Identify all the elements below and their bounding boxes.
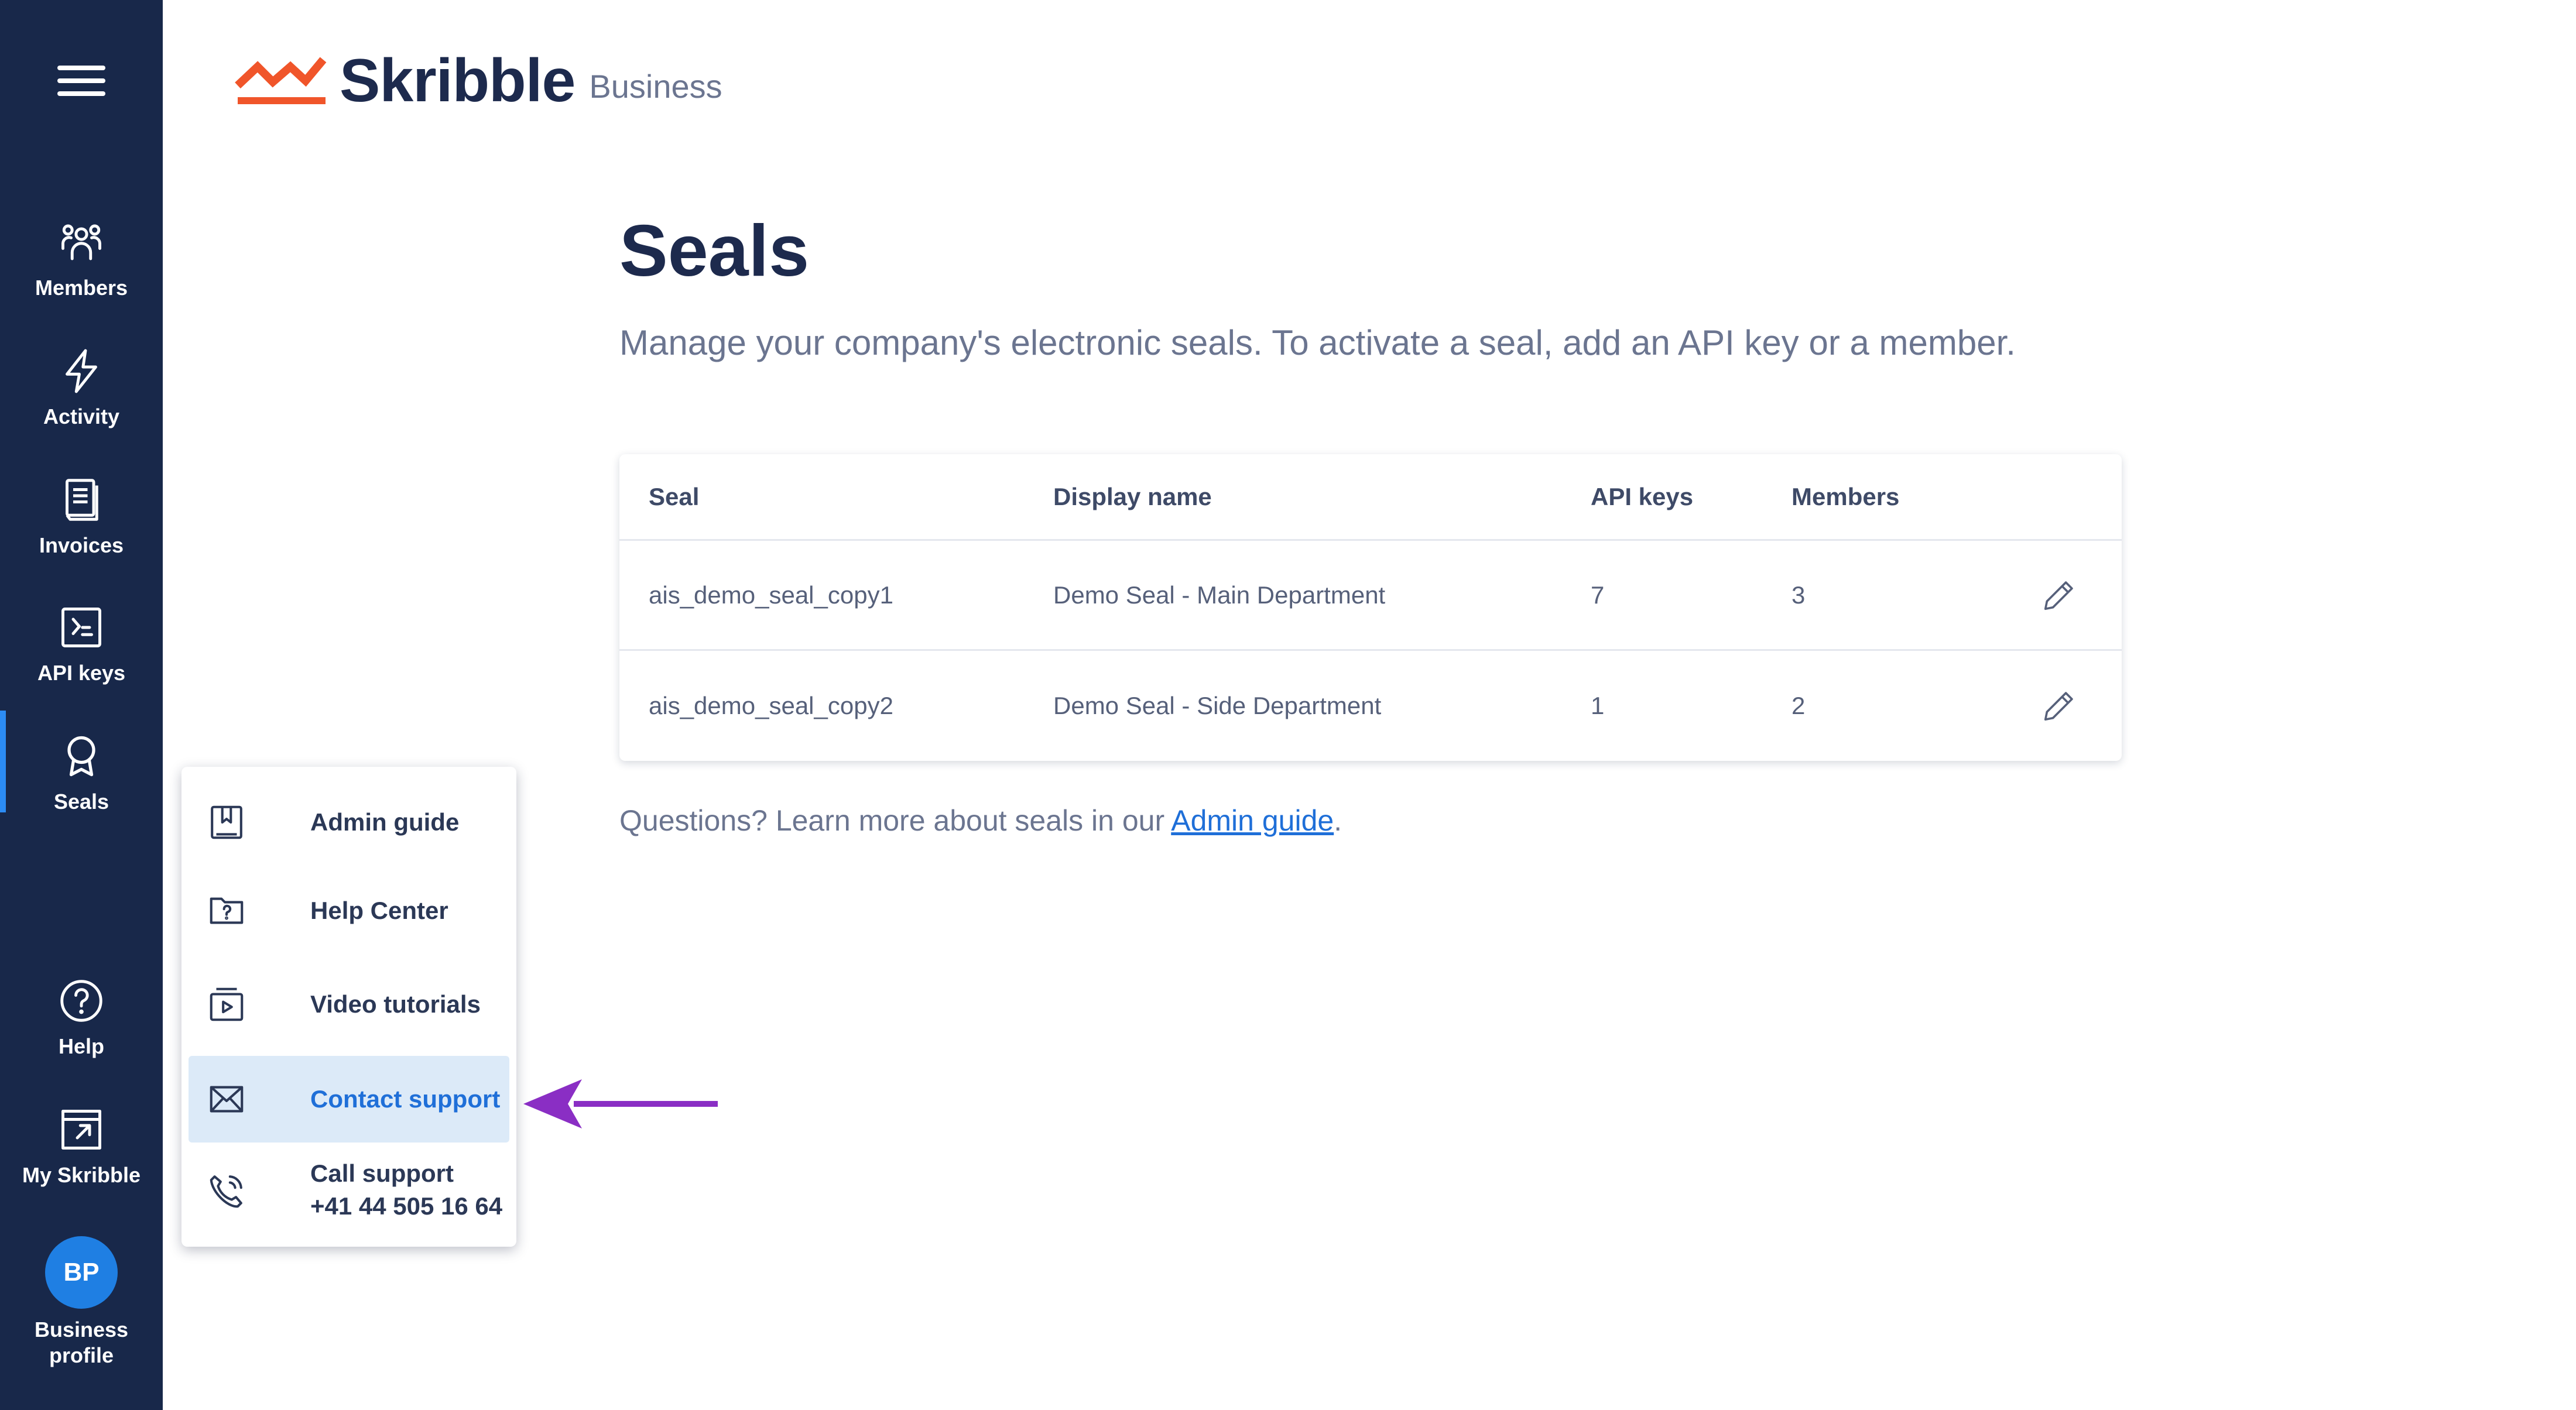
logo-subtitle: Business bbox=[589, 68, 722, 105]
annotation-arrow-icon bbox=[523, 1079, 718, 1128]
logo-wordmark: Skribble bbox=[340, 47, 576, 115]
sidebar: Members Activity Invoices API keys Seals… bbox=[0, 0, 163, 1410]
table-header: Seal Display name API keys Members bbox=[619, 454, 2122, 541]
sidebar-item-help[interactable]: Help bbox=[0, 976, 163, 1059]
questions-prefix: Questions? Learn more about seals in our bbox=[619, 804, 1171, 837]
help-menu-admin-guide[interactable]: Admin guide bbox=[189, 781, 509, 864]
seal-id: ais_demo_seal_copy2 bbox=[649, 692, 893, 719]
hamburger-icon[interactable] bbox=[57, 66, 105, 96]
table-row[interactable]: ais_demo_seal_copy2 Demo Seal - Side Dep… bbox=[619, 651, 2122, 761]
app-logo[interactable]: Skribble Business bbox=[234, 47, 722, 115]
bookmark-book-icon bbox=[206, 802, 247, 843]
seal-api-keys-count: 7 bbox=[1591, 581, 1605, 609]
sidebar-item-label: Invoices bbox=[39, 533, 124, 557]
questions-text: Questions? Learn more about seals in our… bbox=[619, 802, 1342, 839]
seal-ribbon-icon bbox=[67, 736, 95, 777]
terminal-icon bbox=[61, 608, 101, 647]
seal-display-name: Demo Seal - Main Department bbox=[1053, 581, 1386, 609]
menu-item-label: Call support bbox=[310, 1159, 454, 1187]
page-title: Seals bbox=[619, 211, 810, 291]
video-play-icon bbox=[206, 984, 247, 1025]
sidebar-item-members[interactable]: Members bbox=[0, 218, 163, 301]
mail-icon bbox=[206, 1079, 247, 1120]
edit-seal-button[interactable] bbox=[2039, 651, 2080, 761]
sidebar-item-business-profile[interactable]: BP Business profile bbox=[0, 1236, 163, 1368]
skribble-logo-icon bbox=[235, 57, 327, 104]
page-subtitle: Manage your company's electronic seals. … bbox=[619, 323, 2016, 362]
document-icon bbox=[66, 479, 98, 521]
members-icon bbox=[61, 224, 101, 260]
menu-item-label: Video tutorials bbox=[310, 990, 481, 1018]
sidebar-item-api-keys[interactable]: API keys bbox=[0, 603, 163, 686]
seal-api-keys-count: 1 bbox=[1591, 692, 1605, 719]
help-menu-video-tutorials[interactable]: Video tutorials bbox=[189, 958, 509, 1051]
sidebar-item-label: Members bbox=[35, 276, 128, 300]
bolt-icon bbox=[66, 349, 97, 393]
column-header-seal: Seal bbox=[649, 482, 700, 510]
avatar: BP bbox=[45, 1236, 118, 1309]
sidebar-item-activity[interactable]: Activity bbox=[0, 347, 163, 430]
sidebar-item-label: API keys bbox=[37, 661, 126, 685]
column-header-api-keys: API keys bbox=[1591, 482, 1694, 510]
column-header-display-name: Display name bbox=[1053, 482, 1212, 510]
sidebar-item-my-skribble[interactable]: My Skribble bbox=[0, 1105, 163, 1188]
sidebar-item-label: Seals bbox=[53, 790, 109, 814]
help-folder-icon bbox=[206, 890, 247, 931]
question-circle-icon bbox=[60, 980, 102, 1022]
help-menu-help-center[interactable]: Help Center bbox=[189, 864, 509, 958]
phone-icon bbox=[206, 1171, 247, 1212]
sidebar-item-seals[interactable]: Seals bbox=[0, 711, 163, 815]
seal-members-count: 2 bbox=[1791, 692, 1806, 719]
help-menu: Admin guide Help Center Video tutorials … bbox=[181, 767, 516, 1247]
seal-id: ais_demo_seal_copy1 bbox=[649, 581, 893, 609]
sidebar-item-label: Activity bbox=[43, 404, 120, 428]
help-menu-call-support[interactable]: Call support +41 44 505 16 64 bbox=[189, 1147, 509, 1235]
admin-guide-link[interactable]: Admin guide bbox=[1171, 804, 1334, 837]
sidebar-item-invoices[interactable]: Invoices bbox=[0, 475, 163, 558]
column-header-members: Members bbox=[1791, 482, 1900, 510]
sidebar-item-label: My Skribble bbox=[22, 1163, 141, 1187]
edit-seal-button[interactable] bbox=[2039, 541, 2080, 649]
sidebar-item-label: Business profile bbox=[34, 1318, 129, 1367]
pencil-icon bbox=[2044, 692, 2073, 721]
menu-item-label: Admin guide bbox=[310, 808, 460, 836]
call-support-phone-number: +41 44 505 16 64 bbox=[310, 1192, 503, 1220]
questions-suffix: . bbox=[1334, 804, 1342, 837]
seal-members-count: 3 bbox=[1791, 581, 1806, 609]
menu-item-label: Contact support bbox=[310, 1085, 501, 1113]
pencil-icon bbox=[2044, 581, 2073, 610]
menu-item-label: Help Center bbox=[310, 897, 448, 924]
help-menu-contact-support[interactable]: Contact support bbox=[189, 1056, 509, 1143]
seal-display-name: Demo Seal - Side Department bbox=[1053, 692, 1382, 719]
sidebar-item-label: Help bbox=[58, 1034, 104, 1058]
external-window-icon bbox=[61, 1110, 101, 1150]
table-row[interactable]: ais_demo_seal_copy1 Demo Seal - Main Dep… bbox=[619, 541, 2122, 651]
seals-table: Seal Display name API keys Members ais_d… bbox=[619, 454, 2122, 761]
